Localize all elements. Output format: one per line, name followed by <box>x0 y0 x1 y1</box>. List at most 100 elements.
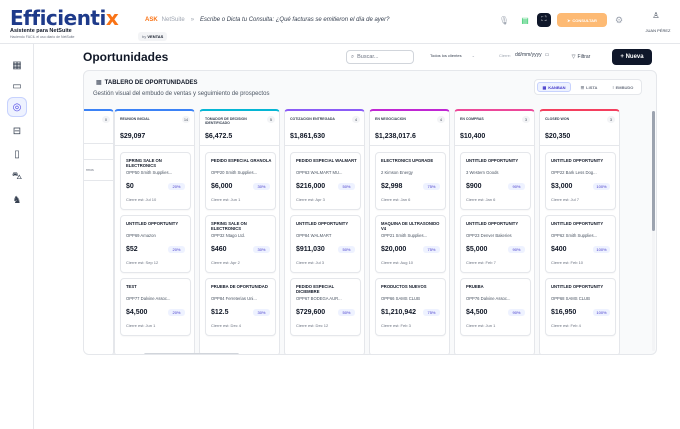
opportunity-card[interactable]: SPRING SALE ON ELECTRONICS OPP32 Ntago Lt… <box>205 215 276 273</box>
app-logo[interactable]: Efficientix <box>10 6 119 30</box>
card-title: PRUEBA DE OPORTUNIDAD <box>211 284 268 289</box>
opportunity-card[interactable]: UNTITLED OPPORTUNITY OPP84 WALMART $911,03… <box>290 215 361 273</box>
kanban-icon: ▦ <box>542 84 547 90</box>
horizontal-scrollbar[interactable] <box>144 353 239 354</box>
card-client: OPP23 Denver Bakeries <box>466 233 512 238</box>
opportunity-card[interactable]: PEDIDO ESPECIAL GRANOLA OPP20 Smith Suppl… <box>205 152 276 210</box>
card-amount: $20,000 <box>381 246 407 253</box>
card-close-date: Cierre est: Jun 1 <box>211 197 241 202</box>
probability-badge: 100% <box>593 183 610 190</box>
chart-icon[interactable]: ⊟ <box>7 121 27 141</box>
opportunity-card[interactable]: PRODUCTOS NUEVOS OPP66 SAMS CLUB $1,210,94… <box>375 278 446 336</box>
opportunity-card[interactable]: PRUEBA OPP76 Dalvine Assoc... $4,500 90% Cie… <box>460 278 531 336</box>
card-client: OPP20 Smith Supplies... <box>211 170 258 175</box>
column-divider <box>285 145 364 146</box>
client-select[interactable]: Todos los clientes ⌄ <box>430 53 475 58</box>
column-total: $1,861,630 <box>290 133 326 140</box>
consultar-button[interactable]: ➤ CONSULTAR <box>557 13 607 27</box>
board-column: EN COMPRAS 3 $10,400 UNTITLED OPPORTUNITY 3 … <box>454 109 535 354</box>
card-amount: $460 <box>211 246 227 253</box>
opportunity-card[interactable]: TEST OPP77 Dalvine Assoc... $4,500 20% Cierr… <box>120 278 191 336</box>
opportunity-card[interactable]: UNTITLED OPPORTUNITY OPP68 SAMS CLUB $16,9… <box>545 278 616 336</box>
card-close-date: Cierre est: Sep 12 <box>126 260 159 265</box>
card-close-date: Cierre est: Aug 10 <box>381 260 414 265</box>
calendar-icon: ▭ <box>544 52 550 58</box>
opportunity-card[interactable]: UNTITLED OPPORTUNITY OPP69 Amazon $52 20% Ci… <box>120 215 191 273</box>
column-total: $10,400 <box>460 133 486 140</box>
opportunity-card[interactable]: MAQUINA DE ULTRASONIDO V4 OPP21 Smith Sup… <box>375 215 446 273</box>
card-client: OPP84 WALMART <box>296 233 332 238</box>
card-client: OPP68 SAMS CLUB <box>551 296 590 301</box>
probability-badge: 30% <box>253 183 270 190</box>
expand-icon[interactable]: ⛶ <box>537 13 551 27</box>
card-amount: $52 <box>126 246 138 253</box>
opportunity-card[interactable]: PRUEBA DE OPORTUNIDAD OPP84 Ferreterias U… <box>205 278 276 336</box>
opportunity-card[interactable]: UNTITLED OPPORTUNITY OPP22 Bark Less Dog.… <box>545 152 616 210</box>
card-title: PRUEBA <box>466 284 484 289</box>
card-close-date: Cierre est: Jun 1 <box>466 323 496 328</box>
users-icon[interactable]: ♞ <box>7 190 27 210</box>
save-icon[interactable]: ▤ <box>518 13 532 27</box>
opportunity-card[interactable]: SPRING SALE ON ELECTRONICS OPP50 Smith Su… <box>120 152 191 210</box>
opportunity-card[interactable]: UNTITLED OPPORTUNITY OPP23 Denver Bakerie… <box>460 215 531 273</box>
probability-badge: 30% <box>253 246 270 253</box>
cart-icon[interactable]: ⛍ <box>7 167 27 187</box>
board-column: COTIZACION ENTREGADA 4 $1,861,630 PEDIDO ES… <box>284 109 365 354</box>
board-columns: 0 rmos REUNION INICIAL 14 $29,097 SPRING SA… <box>84 109 656 354</box>
probability-badge: 75% <box>423 183 440 190</box>
card-close-date: Cierre est: Jul 3 <box>296 260 325 265</box>
card-close-date: Cierre est: Jan 6 <box>466 197 496 202</box>
probability-badge: 50% <box>338 309 355 316</box>
list-view-button[interactable]: ☰ LISTA <box>573 82 605 92</box>
microphone-icon[interactable]: 🎙 <box>497 13 511 27</box>
card-close-date: Cierre est: Apr 3 <box>296 197 325 202</box>
card-amount: $3,000 <box>551 183 573 190</box>
column-title: CLOSED WON <box>545 117 570 121</box>
opportunity-card[interactable]: PEDIDO ESPECIAL DICIEMBRE OPP67 BODEGA AU… <box>290 278 361 336</box>
card-amount: $0 <box>126 183 134 190</box>
column-divider <box>370 145 449 146</box>
vertical-scrollbar[interactable] <box>652 111 655 351</box>
card-close-date: Cierre est: Dec 12 <box>296 323 329 328</box>
filter-button[interactable]: ▽ Filtrar <box>566 50 596 64</box>
card-client: OPP32 Ntago Ltd. <box>211 233 245 238</box>
card-client: OPP76 Dalvine Assoc... <box>466 296 511 301</box>
board-column: REUNION INICIAL 14 $29,097 SPRING SALE ON E… <box>114 109 195 354</box>
probability-badge: 90% <box>508 183 525 190</box>
calendar-icon[interactable]: ▭ <box>7 76 27 96</box>
opportunity-card[interactable]: UNTITLED OPPORTUNITY 3 Western Goods $900 9… <box>460 152 531 210</box>
probability-badge: 20% <box>168 246 185 253</box>
column-count: 4 <box>352 116 360 123</box>
search-icon: ⌕ <box>351 53 355 60</box>
grid-icon[interactable]: ▦ <box>7 55 27 75</box>
column-count: 5 <box>267 116 275 123</box>
new-opportunity-button[interactable]: + Nueva <box>612 49 652 65</box>
target-icon[interactable]: ◎ <box>7 97 27 117</box>
date-input[interactable]: dd/mm/yyyy ▭ <box>515 52 549 58</box>
opportunity-card[interactable]: ELECTRONICS UPGRADE 2 Kimson Energy $2,998… <box>375 152 446 210</box>
partial-card[interactable]: rmos <box>84 159 114 181</box>
card-title: UNTITLED OPPORTUNITY <box>551 284 604 289</box>
column-divider <box>84 143 113 144</box>
column-title: EN NEGOCIACION <box>375 117 406 121</box>
card-close-date: Cierre est: Jan 6 <box>381 197 411 202</box>
scrollbar-thumb[interactable] <box>652 111 655 231</box>
opportunity-card[interactable]: UNTITLED OPPORTUNITY OPP62 Smith Supplies… <box>545 215 616 273</box>
funnel-view-button[interactable]: ⫶ EMBUDO <box>607 82 639 92</box>
card-client: 2 Kimson Energy <box>381 170 413 175</box>
card-close-date: Cierre est: Jun 1 <box>126 323 156 328</box>
card-close-date: Cierre est: Feb 7 <box>466 260 496 265</box>
context-pill[interactable]: by VENTAS <box>138 32 168 41</box>
user-icon[interactable]: ♙ <box>646 11 666 20</box>
card-title: TEST <box>126 284 137 289</box>
opportunity-card[interactable]: PEDIDO ESPECIAL WALMART OPP63 WALMART MU.… <box>290 152 361 210</box>
card-client: OPP77 Dalvine Assoc... <box>126 296 171 301</box>
column-divider <box>115 145 194 146</box>
search-input[interactable]: ⌕ Buscar... <box>346 50 414 64</box>
document-icon[interactable]: ▯ <box>7 144 27 164</box>
settings-icon[interactable]: ⚙ <box>612 13 626 27</box>
kanban-view-button[interactable]: ▦ KANBAN <box>537 82 571 92</box>
ask-input[interactable]: ASK NetSuite » Escribe o Dicta tu Consulta:… <box>145 17 389 23</box>
card-client: OPP67 BODEGA AUR... <box>296 296 342 301</box>
board-column: EN NEGOCIACION 4 $1,238,017.6 ELECTRONICS U… <box>369 109 450 354</box>
